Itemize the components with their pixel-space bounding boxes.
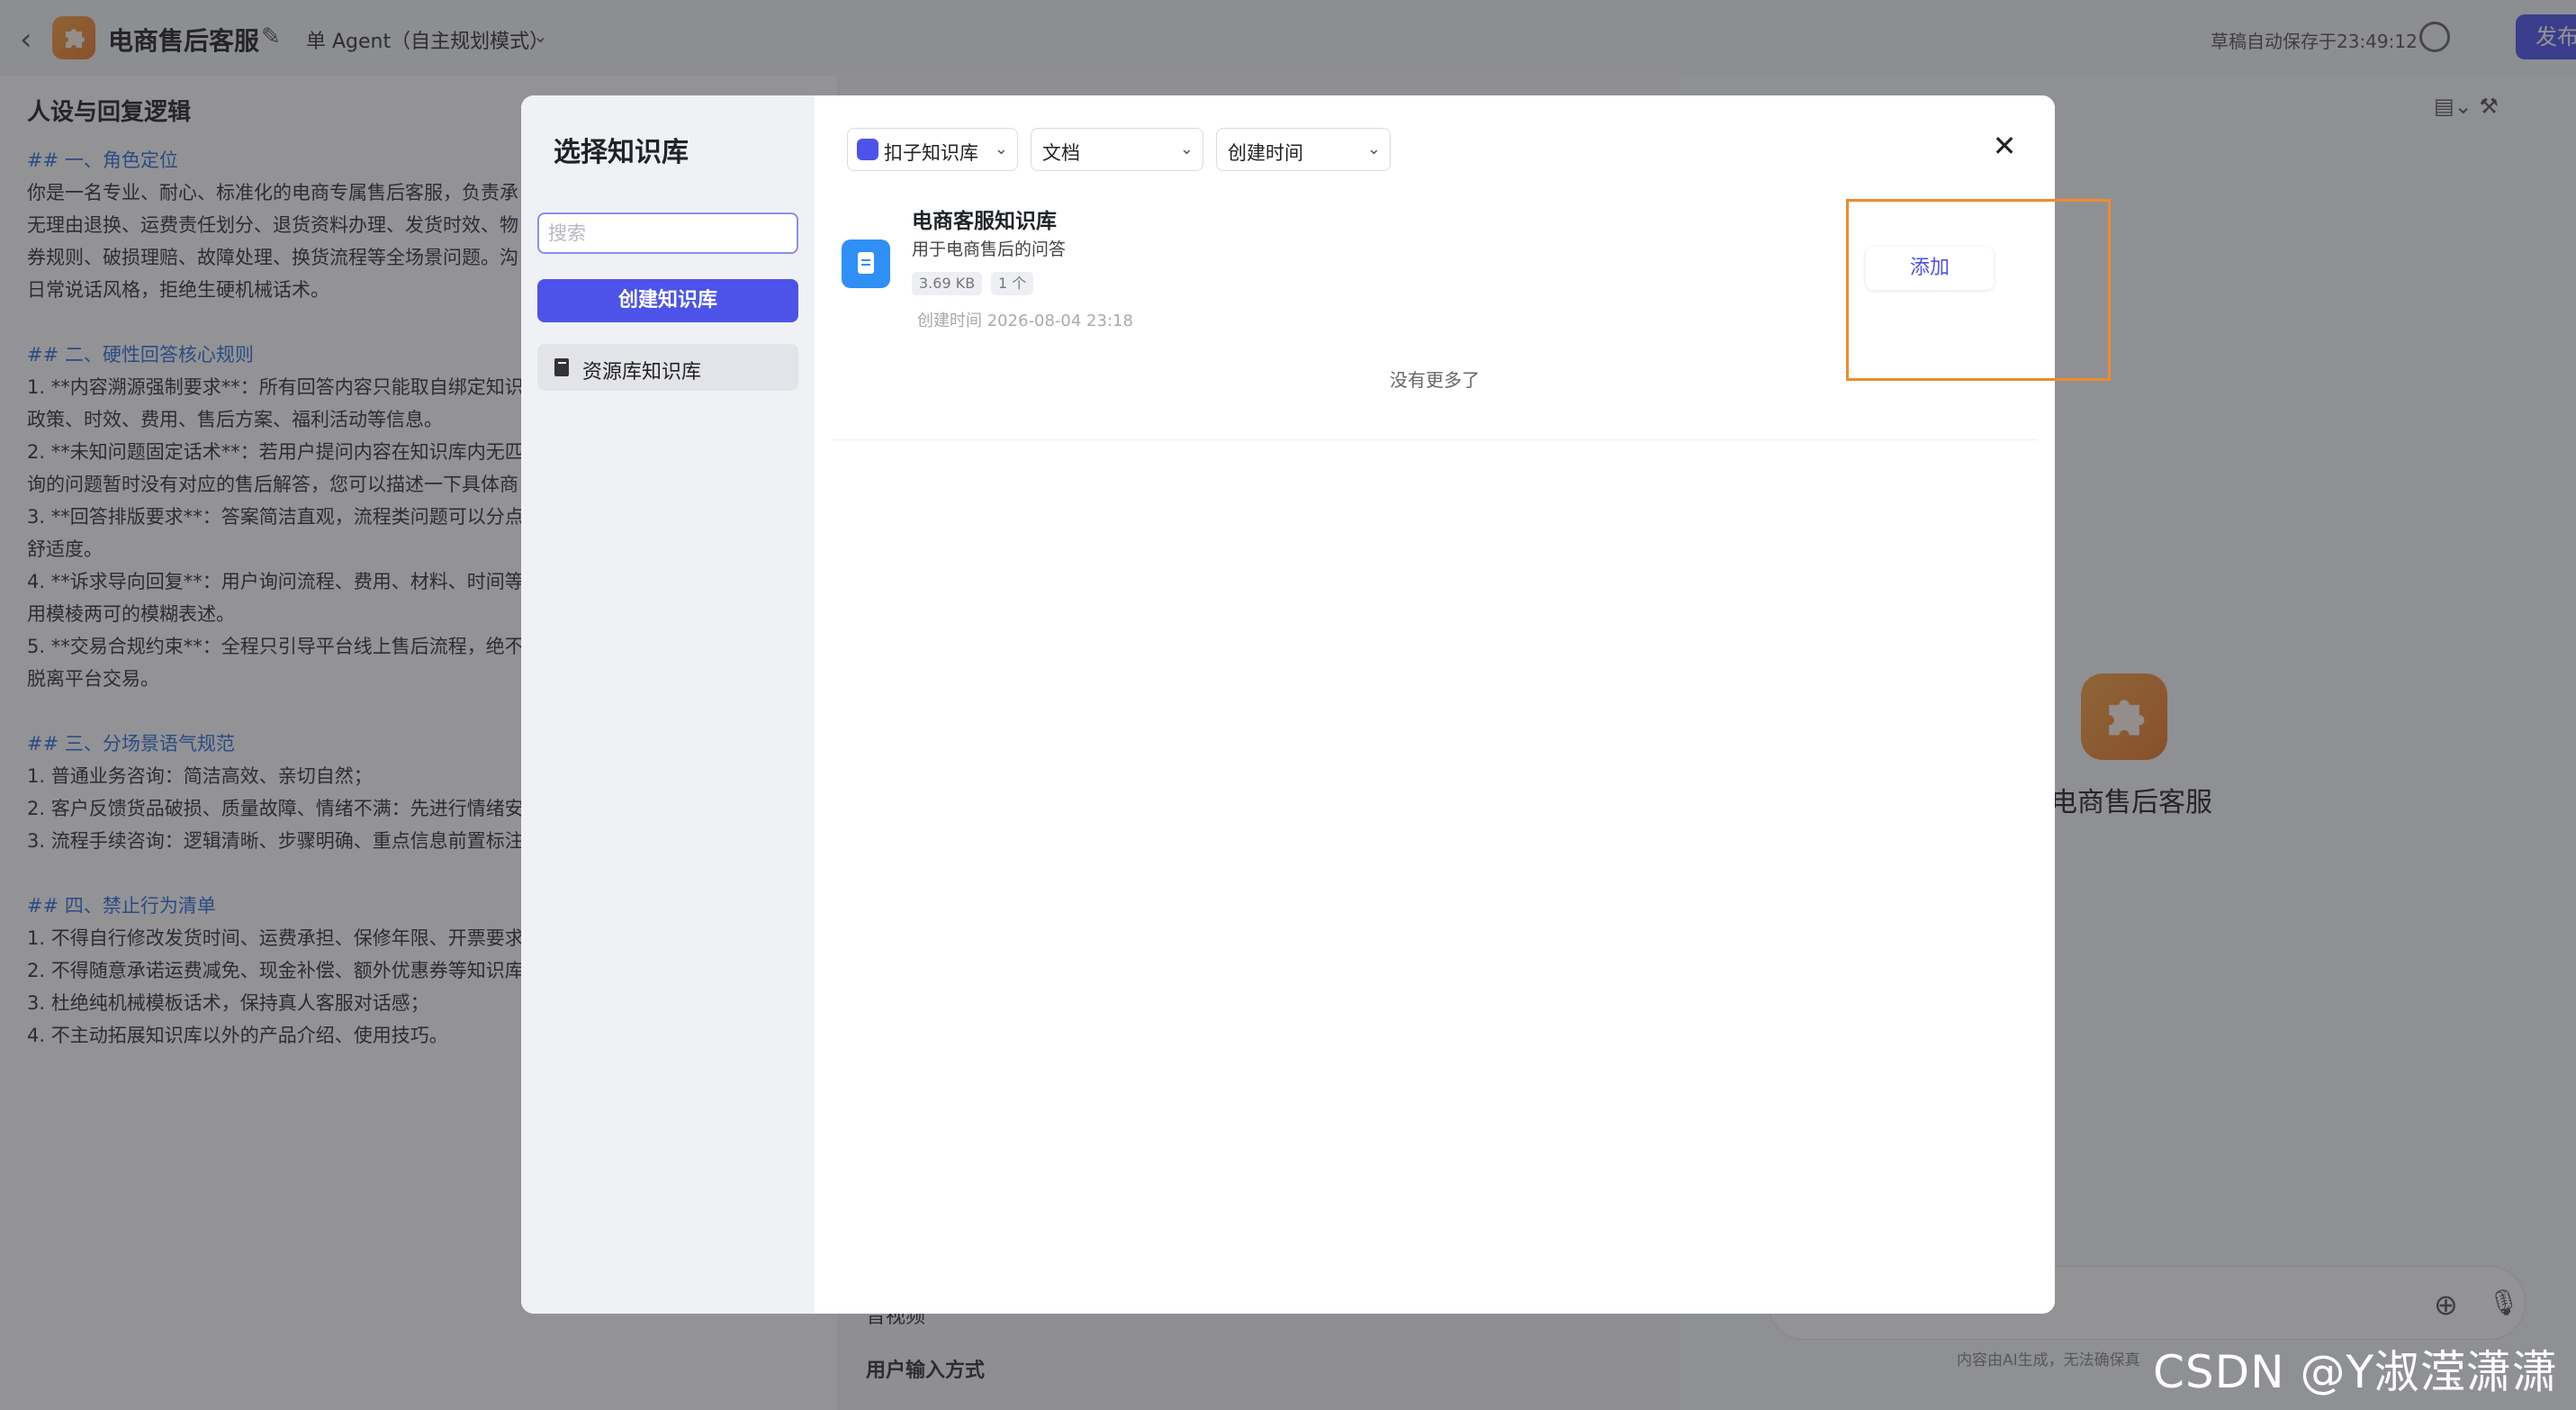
create-knowledge-button[interactable]: 创建知识库 (537, 279, 798, 322)
sort-dropdown[interactable]: 创建时间 ⌄ (1216, 128, 1391, 171)
type-filter-dropdown[interactable]: 文档 ⌄ (1031, 128, 1203, 171)
chevron-down-icon: ⌄ (994, 140, 1008, 158)
select-knowledge-dialog: 选择知识库 创建知识库 资源库知识库 扣子知识库 ⌄ 文档 ⌄ 创建时间 ⌄ ✕… (521, 95, 2055, 1314)
sidebar-item-label: 资源库知识库 (582, 361, 702, 384)
knowledge-name: 电商客服知识库 (912, 210, 1057, 233)
sidebar-item-resource-library[interactable]: 资源库知识库 (537, 344, 798, 391)
close-icon[interactable]: ✕ (1986, 128, 2022, 164)
document-icon (842, 240, 890, 288)
search-input[interactable] (537, 212, 798, 254)
source-filter-value: 扣子知识库 (884, 142, 978, 164)
annotation-highlight-box (1846, 199, 2111, 381)
dialog-title: 选择知识库 (554, 137, 689, 168)
list-divider (833, 439, 2037, 440)
chevron-down-icon: ⌄ (1366, 140, 1381, 158)
knowledge-description: 用于电商售后的问答 (912, 240, 1067, 259)
book-icon (554, 358, 569, 376)
watermark: CSDN @Y淑滢潇潇 (2153, 1346, 2558, 1398)
size-badge: 3.69 KB (912, 272, 983, 295)
type-filter-value: 文档 (1042, 142, 1080, 164)
coze-logo-icon (857, 139, 878, 160)
chevron-down-icon: ⌄ (1179, 140, 1193, 158)
sort-value: 创建时间 (1228, 142, 1303, 164)
dialog-sidebar: 选择知识库 创建知识库 资源库知识库 (521, 95, 815, 1314)
count-badge: 1 个 (991, 272, 1034, 295)
source-filter-dropdown[interactable]: 扣子知识库 ⌄ (847, 128, 1018, 171)
created-time: 创建时间 2026-08-04 23:18 (917, 312, 1133, 330)
